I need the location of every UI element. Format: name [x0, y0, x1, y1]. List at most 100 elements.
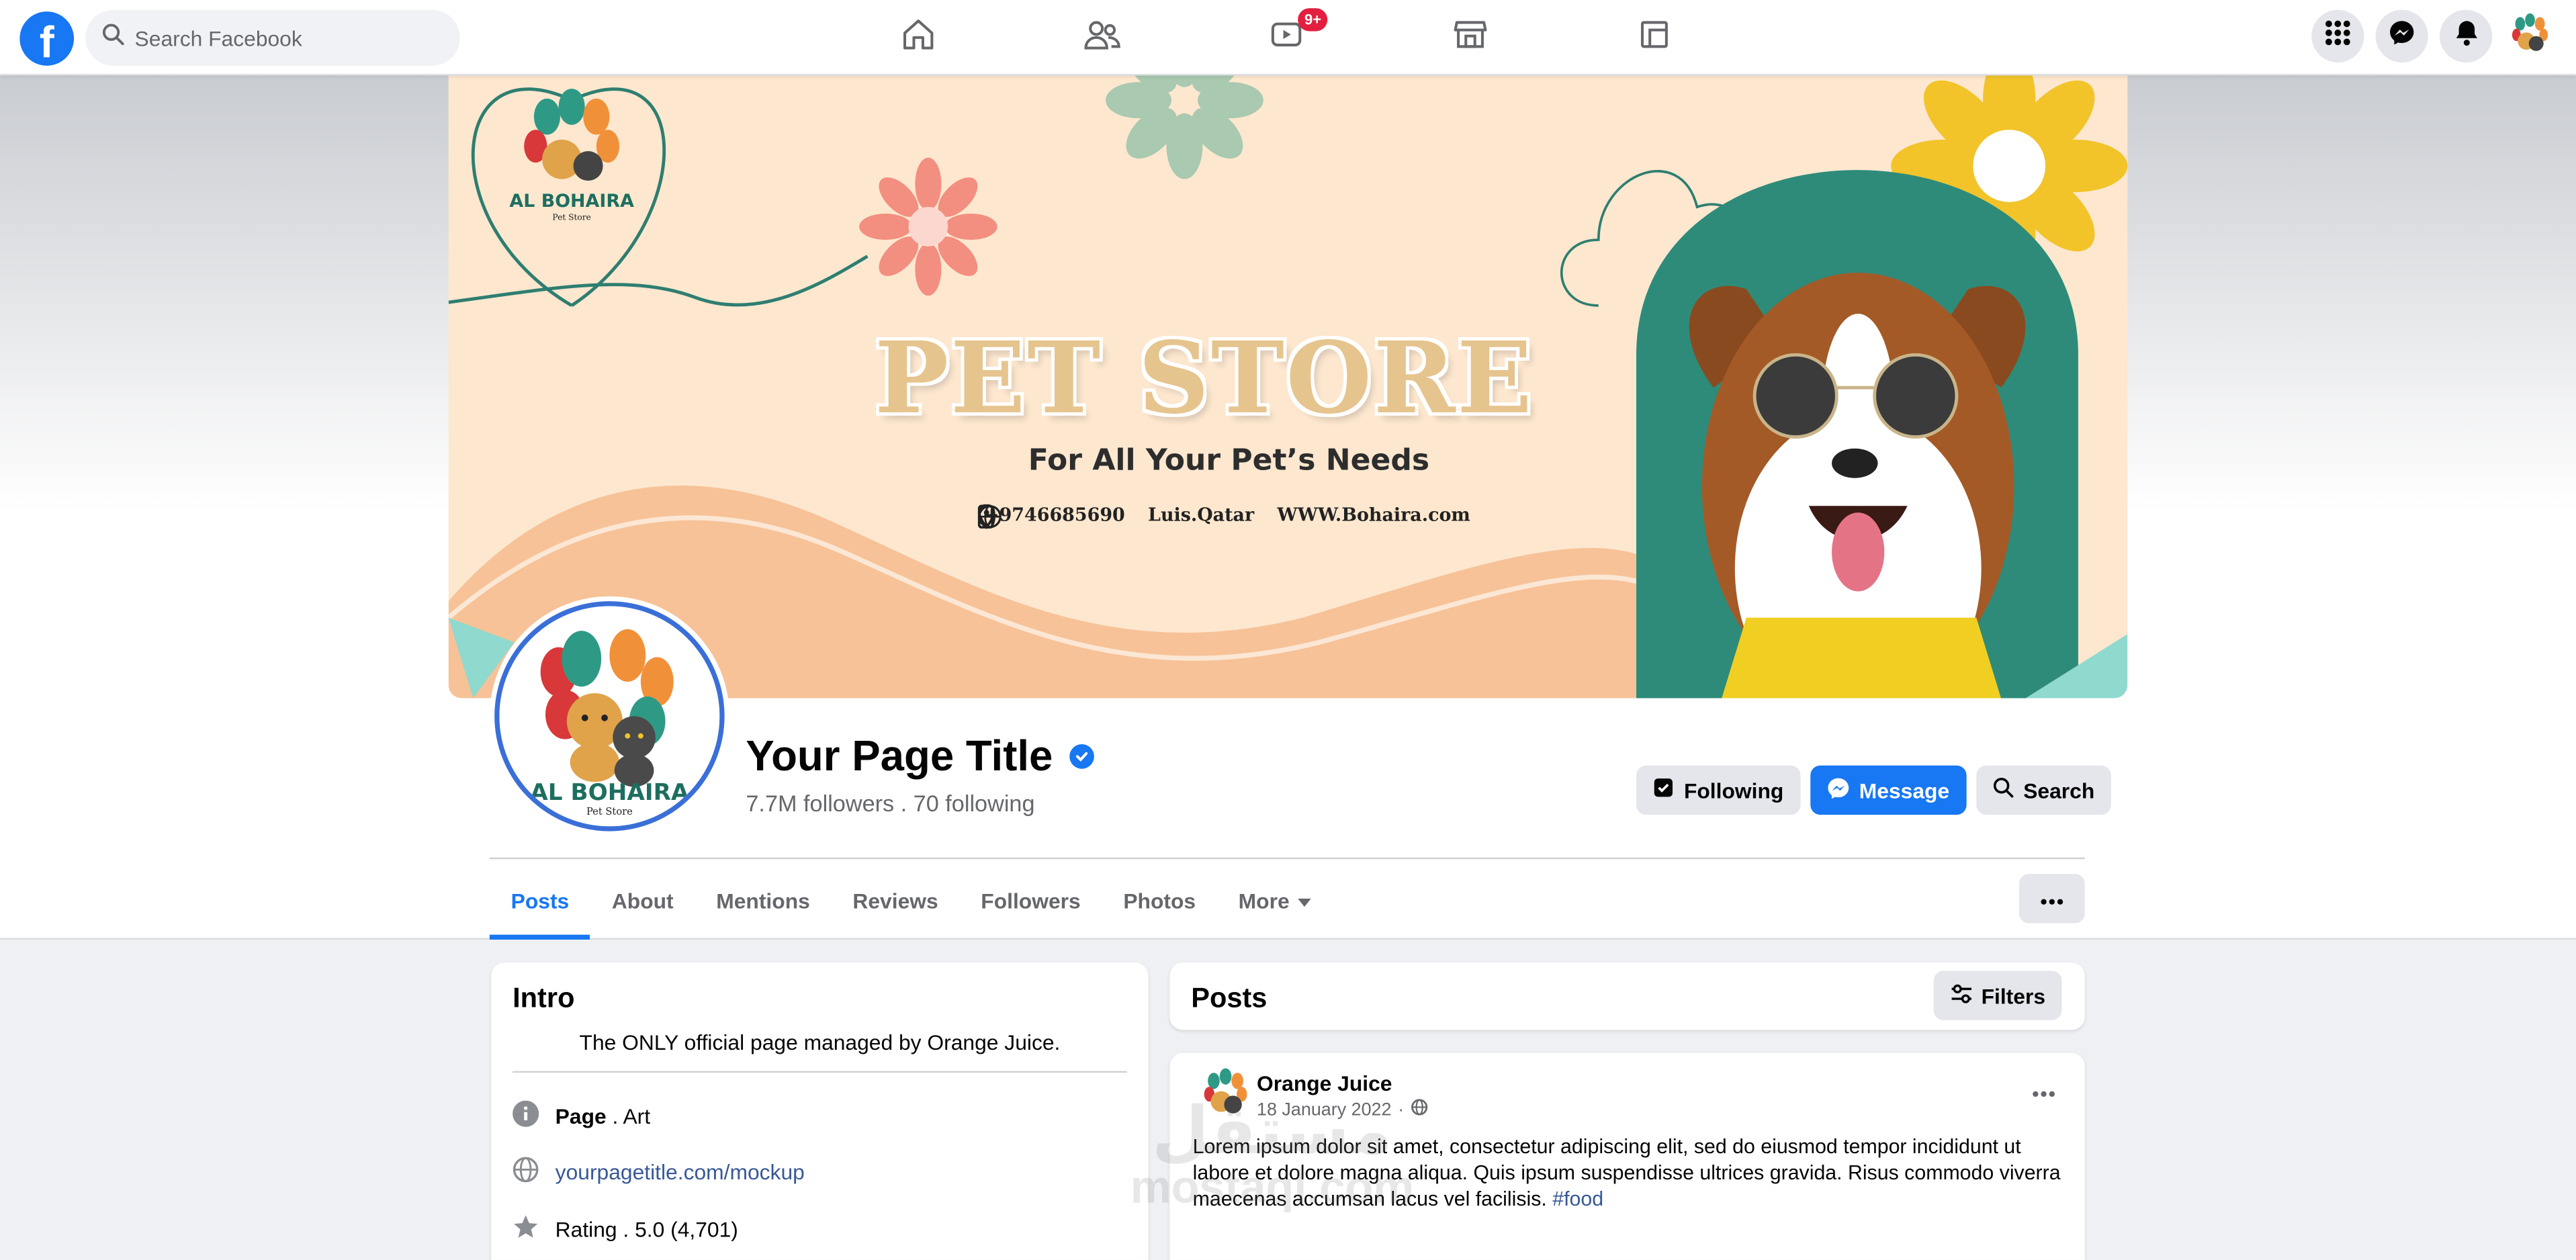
messenger-button[interactable]: [2375, 9, 2428, 62]
menu-button[interactable]: [2311, 9, 2364, 62]
tab-label: About: [611, 887, 674, 913]
top-navbar: f 9+: [0, 0, 2576, 76]
watch-notification-badge: 9+: [1298, 8, 1328, 32]
tab-followers[interactable]: Followers: [960, 861, 1102, 940]
messenger-icon: [1826, 776, 1849, 805]
nav-friends-tab[interactable]: [1010, 0, 1194, 76]
home-icon: [900, 15, 936, 60]
nav-watch-tab[interactable]: 9+: [1194, 0, 1378, 76]
tab-about[interactable]: About: [590, 861, 695, 940]
intro-divider: [513, 1071, 1127, 1073]
profile-logo-text: AL BOHAIRA: [530, 779, 689, 806]
gaming-icon: [1636, 15, 1673, 60]
cover-title: PET STORE: [875, 322, 1534, 437]
nav-home-tab[interactable]: [826, 0, 1010, 76]
nav-gaming-tab[interactable]: [1562, 0, 1746, 76]
star-icon: [513, 1214, 539, 1245]
tab-label: Reviews: [852, 887, 938, 913]
search-bar[interactable]: [85, 9, 460, 66]
search-icon: [1992, 777, 2014, 803]
page-title: Your Page Title: [746, 731, 1094, 782]
cover-logo-sub: Pet Store: [552, 213, 590, 222]
filters-label: Filters: [1981, 983, 2046, 1008]
globe-icon: [513, 1157, 539, 1187]
filters-sliders-icon: [1950, 983, 1973, 1008]
intro-heading: Intro: [513, 982, 575, 1014]
messenger-icon: [2389, 19, 2415, 53]
profile-logo-sub: Pet Store: [586, 806, 633, 817]
intro-website-link[interactable]: yourpagetitle.com/mockup: [556, 1160, 805, 1185]
notifications-button[interactable]: [2440, 9, 2493, 62]
cover-subtitle: For All Your Pet’s Needs: [1028, 443, 1430, 478]
more-options-button[interactable]: [2018, 874, 2085, 924]
cover-phone-text: +9746685690: [984, 504, 1125, 526]
tab-label: Posts: [510, 887, 570, 913]
public-globe-icon: [1411, 1099, 1427, 1120]
tab-photos[interactable]: Photos: [1102, 861, 1217, 940]
intro-rating-row: Rating . 5.0 (4,701): [513, 1214, 738, 1245]
posts-heading: Posts: [1191, 982, 1268, 1014]
marketplace-icon: [1452, 15, 1489, 60]
friends-icon: [1083, 15, 1122, 60]
ellipsis-icon: [2032, 1076, 2055, 1104]
cover-location-text: Luis.Qatar: [1148, 504, 1255, 526]
message-button[interactable]: Message: [1810, 765, 1966, 815]
info-icon: [513, 1100, 539, 1132]
post-body-text: Lorem ipsum dolor sit amet, consectetur …: [1192, 1135, 2061, 1211]
profile-divider: [489, 857, 2085, 860]
post-card: Orange Juice 18 January 2022 · Lorem ips…: [1169, 1052, 2085, 1260]
tab-more[interactable]: More: [1217, 861, 1332, 940]
page-search-button[interactable]: Search: [1975, 765, 2111, 815]
profile-actions: Following Message Search: [1636, 765, 2111, 815]
search-icon: [102, 22, 125, 53]
post-author-avatar[interactable]: [1196, 1066, 1255, 1126]
tab-posts[interactable]: Posts: [489, 861, 592, 940]
profile-picture[interactable]: AL BOHAIRA Pet Store: [494, 601, 725, 831]
post-date-text[interactable]: 18 January 2022: [1257, 1099, 1391, 1119]
post-author-name[interactable]: Orange Juice: [1257, 1071, 1392, 1096]
cover-website-text: WWW.Bohaira.com: [1277, 504, 1470, 526]
tab-reviews[interactable]: Reviews: [832, 861, 960, 940]
profile-tabs: Posts About Mentions Reviews Followers P…: [489, 861, 1332, 940]
tab-label: Followers: [981, 887, 1081, 913]
intro-rating: Rating . 5.0 (4,701): [555, 1217, 738, 1243]
post-options-button[interactable]: [2032, 1076, 2055, 1106]
verified-badge-icon: [1069, 744, 1094, 769]
tab-label: Photos: [1123, 887, 1196, 913]
main-nav-tabs: 9+: [826, 0, 1746, 76]
following-check-icon: [1652, 777, 1674, 803]
notifications-icon: [2454, 19, 2479, 53]
cover-logo-text: AL BOHAIRA: [509, 191, 634, 212]
follower-stats: 7.7M followers . 70 following: [746, 790, 1035, 817]
caret-down-icon: [1297, 888, 1311, 913]
posts-header-card: Posts Filters: [1169, 962, 2085, 1030]
intro-bio: The ONLY official page managed by Orange…: [579, 1030, 1061, 1055]
post-date-separator: ·: [1398, 1099, 1405, 1120]
cover-photo[interactable]: AL BOHAIRA Pet Store PET STORE For All Y…: [448, 75, 2128, 699]
tab-mentions[interactable]: Mentions: [695, 861, 831, 940]
filters-button[interactable]: Filters: [1933, 971, 2062, 1020]
search-input[interactable]: [134, 25, 431, 50]
nav-right-actions: [2311, 9, 2557, 66]
intro-website-row: yourpagetitle.com/mockup: [513, 1157, 805, 1187]
search-label: Search: [2023, 778, 2095, 803]
facebook-logo[interactable]: f: [19, 11, 75, 66]
following-label: Following: [1683, 778, 1784, 803]
intro-category-row: Page . Art: [513, 1100, 650, 1132]
menu-grid-icon: [2325, 19, 2351, 53]
account-avatar[interactable]: [2503, 9, 2557, 62]
tab-label: Mentions: [716, 887, 810, 913]
cover-contact-row: +9746685690 Luis.Qatar WWW.Bohaira.com: [977, 504, 1470, 529]
post-hashtag[interactable]: #food: [1552, 1187, 1603, 1210]
intro-card: Intro The ONLY official page managed by …: [491, 962, 1149, 1260]
nav-marketplace-tab[interactable]: [1378, 0, 1562, 76]
cover-location: Luis.Qatar: [977, 504, 1255, 529]
post-timestamp: 18 January 2022 ·: [1257, 1099, 1427, 1120]
ellipsis-icon: [2041, 884, 2063, 913]
following-button[interactable]: Following: [1636, 765, 1800, 815]
intro-category: Page . Art: [556, 1104, 650, 1129]
cover-website: WWW.Bohaira.com: [978, 504, 1470, 529]
category-value: . Art: [606, 1104, 651, 1129]
message-label: Message: [1859, 778, 1950, 803]
category-label: Page: [555, 1104, 607, 1129]
